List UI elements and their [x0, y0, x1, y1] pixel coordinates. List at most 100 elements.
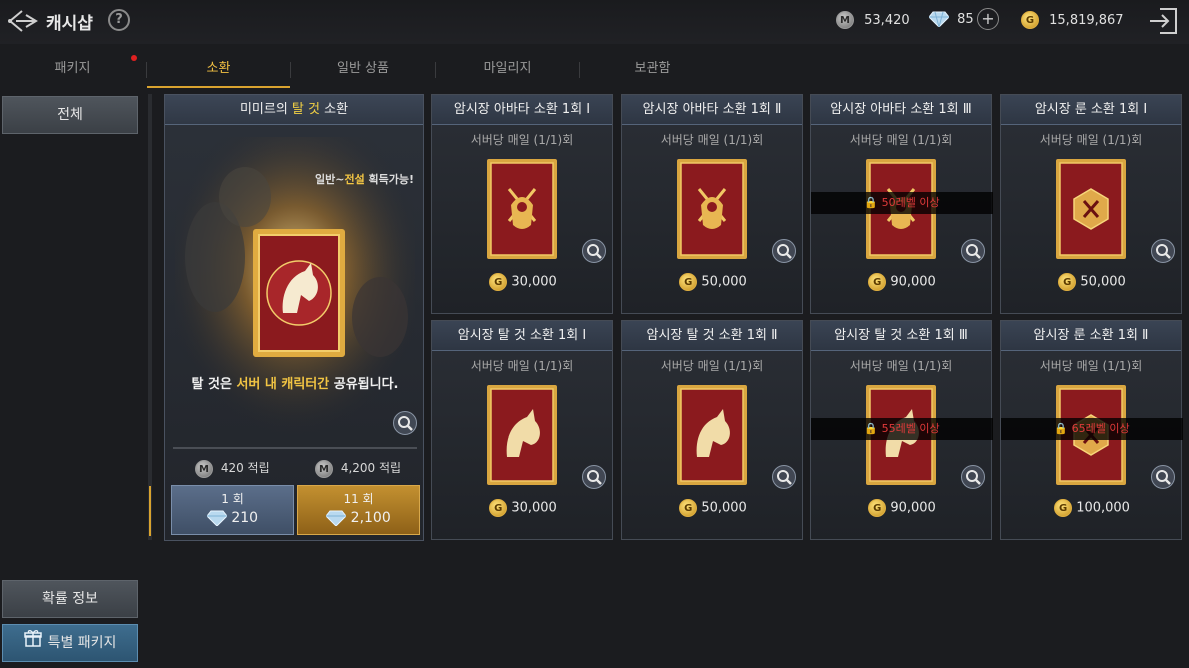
- card-limit: 서버당 매일 (1/1)회: [470, 359, 574, 373]
- gold-coin-icon: G: [1021, 11, 1039, 29]
- gold-coin-icon: G: [868, 273, 887, 291]
- mileage-coin-icon: M: [195, 459, 213, 478]
- tab-general[interactable]: 일반 상품: [291, 52, 435, 88]
- card-limit: 서버당 매일 (1/1)회: [1039, 133, 1143, 147]
- gold-coin-icon: G: [679, 499, 698, 517]
- magnifier-icon[interactable]: [961, 465, 985, 489]
- card-price: G 30,000: [432, 499, 614, 517]
- card-price: G 90,000: [811, 499, 993, 517]
- level-lock-badge: 🔒 65레벨 이상: [1001, 418, 1183, 440]
- card-price: G 50,000: [622, 273, 804, 291]
- card-limit: 서버당 매일 (1/1)회: [849, 133, 953, 147]
- special-package-button[interactable]: 특별 패키지: [2, 624, 138, 662]
- exit-icon[interactable]: [1148, 6, 1180, 36]
- mileage-counter: M 53,420: [836, 11, 910, 29]
- gold-coin-icon: G: [1054, 499, 1073, 517]
- buy-1-button[interactable]: 1 회 210: [171, 485, 294, 535]
- summon-card[interactable]: 암시장 아바타 소환 1회 Ⅲ 서버당 매일 (1/1)회 🔒 50레벨 이상 G 9…: [810, 94, 993, 314]
- card-title: 암시장 아바타 소환 1회 Ⅰ: [432, 95, 612, 125]
- summon-card[interactable]: 암시장 탈 것 소환 1회 Ⅰ 서버당 매일 (1/1)회 G 30,000: [431, 320, 613, 540]
- featured-mount-summon[interactable]: 미미르의 탈 것 소환 일반~전설 획득가능! 탈 것은 서버 내 캐릭터간 공…: [164, 94, 424, 541]
- summon-card[interactable]: 암시장 룬 소환 1회 Ⅱ 서버당 매일 (1/1)회 🔒 65레벨 이상 G 100…: [1000, 320, 1183, 540]
- card-title: 암시장 룬 소환 1회 Ⅱ: [1001, 321, 1181, 351]
- featured-divider: [173, 447, 417, 449]
- magnifier-icon[interactable]: [393, 411, 417, 435]
- horse-card-art: [487, 385, 557, 485]
- featured-title: 미미르의 탈 것 소환: [165, 95, 423, 125]
- probability-info-button[interactable]: 확률 정보: [2, 580, 138, 618]
- card-title: 암시장 탈 것 소환 1회 Ⅲ: [811, 321, 991, 351]
- card-limit: 서버당 매일 (1/1)회: [470, 133, 574, 147]
- card-limit: 서버당 매일 (1/1)회: [1039, 359, 1143, 373]
- level-lock-badge: 🔒 55레벨 이상: [811, 418, 993, 440]
- top-bar: 캐시샵 ? M 53,420 85 + G 15,819,867: [0, 0, 1189, 44]
- featured-description: 탈 것은 서버 내 캐릭터간 공유됩니다.: [191, 377, 399, 392]
- gold-amount: 15,819,867: [1049, 12, 1124, 28]
- gold-coin-icon: G: [489, 273, 508, 291]
- summon-card[interactable]: 암시장 아바타 소환 1회 Ⅰ 서버당 매일 (1/1)회 G 30,000: [431, 94, 613, 314]
- sidebar-item-all[interactable]: 전체: [2, 96, 138, 134]
- summon-card[interactable]: 암시장 탈 것 소환 1회 Ⅱ 서버당 매일 (1/1)회 G 50,000: [621, 320, 803, 540]
- tab-mileage[interactable]: 마일리지: [436, 52, 579, 88]
- magnifier-icon[interactable]: [1151, 465, 1175, 489]
- tab-storage[interactable]: 보관함: [580, 52, 725, 88]
- buy-11-button[interactable]: 11 회 2,100: [297, 485, 420, 535]
- lock-icon: 🔒: [864, 196, 879, 209]
- tab-package[interactable]: 패키지: [0, 52, 145, 88]
- magnifier-icon[interactable]: [772, 465, 796, 489]
- summon-card[interactable]: 암시장 탈 것 소환 1회 Ⅲ 서버당 매일 (1/1)회 🔒 55레벨 이상 G 9…: [810, 320, 993, 540]
- gold-coin-icon: G: [1058, 273, 1077, 291]
- gold-coin-icon: G: [679, 273, 698, 291]
- tab-bar: 패키지 소환 일반 상품 마일리지 보관함: [0, 52, 760, 88]
- mileage-reward-11: M 4,200 적립: [315, 459, 401, 478]
- add-diamond-button[interactable]: +: [977, 8, 999, 30]
- mileage-amount: 53,420: [864, 12, 910, 28]
- lock-icon: 🔒: [1054, 422, 1069, 435]
- summon-card[interactable]: 암시장 룬 소환 1회 Ⅰ 서버당 매일 (1/1)회 G 50,000: [1000, 94, 1182, 314]
- avatar-card-art: [487, 159, 557, 259]
- new-badge: [131, 55, 137, 61]
- card-title: 암시장 탈 것 소환 1회 Ⅰ: [432, 321, 612, 351]
- lock-icon: 🔒: [864, 422, 879, 435]
- mileage-coin-icon: M: [836, 11, 854, 29]
- magnifier-icon[interactable]: [582, 239, 606, 263]
- card-limit: 서버당 매일 (1/1)회: [660, 133, 764, 147]
- magnifier-icon[interactable]: [1151, 239, 1175, 263]
- diamond-icon: [929, 11, 949, 27]
- card-price: G 50,000: [1001, 273, 1183, 291]
- diamond-counter: 85: [929, 11, 974, 27]
- gift-icon: [23, 625, 42, 661]
- card-price: G 50,000: [622, 499, 804, 517]
- magnifier-icon[interactable]: [582, 465, 606, 489]
- scroll-track[interactable]: [148, 94, 152, 540]
- grade-tag: 일반~전설 획득가능!: [315, 173, 415, 186]
- rune-card-art: [1056, 159, 1126, 259]
- magnifier-icon[interactable]: [772, 239, 796, 263]
- diamond-amount: 85: [957, 11, 974, 27]
- card-title: 암시장 아바타 소환 1회 Ⅱ: [622, 95, 802, 125]
- card-price: G 90,000: [811, 273, 993, 291]
- card-title: 암시장 룬 소환 1회 Ⅰ: [1001, 95, 1181, 125]
- gold-coin-icon: G: [868, 499, 887, 517]
- help-icon[interactable]: ?: [108, 9, 130, 31]
- magnifier-icon[interactable]: [961, 239, 985, 263]
- card-limit: 서버당 매일 (1/1)회: [849, 359, 953, 373]
- tab-summon[interactable]: 소환: [147, 52, 290, 88]
- avatar-card-art: [677, 159, 747, 259]
- card-limit: 서버당 매일 (1/1)회: [660, 359, 764, 373]
- card-title: 암시장 아바타 소환 1회 Ⅲ: [811, 95, 991, 125]
- diamond-icon: [206, 510, 227, 526]
- special-package-label: 특별 패키지: [47, 635, 117, 651]
- diamond-icon: [326, 510, 347, 526]
- mileage-coin-icon: M: [315, 459, 333, 478]
- horse-card-art: [677, 385, 747, 485]
- gold-coin-icon: G: [489, 499, 508, 517]
- page-title: 캐시샵: [46, 14, 93, 34]
- level-lock-badge: 🔒 50레벨 이상: [811, 192, 993, 214]
- scroll-thumb[interactable]: [149, 486, 151, 536]
- mileage-reward-1: M 420 적립: [195, 459, 270, 478]
- card-price: G 100,000: [1001, 499, 1183, 517]
- back-icon[interactable]: [6, 6, 40, 36]
- summon-card[interactable]: 암시장 아바타 소환 1회 Ⅱ 서버당 매일 (1/1)회 G 50,000: [621, 94, 803, 314]
- card-price: G 30,000: [432, 273, 614, 291]
